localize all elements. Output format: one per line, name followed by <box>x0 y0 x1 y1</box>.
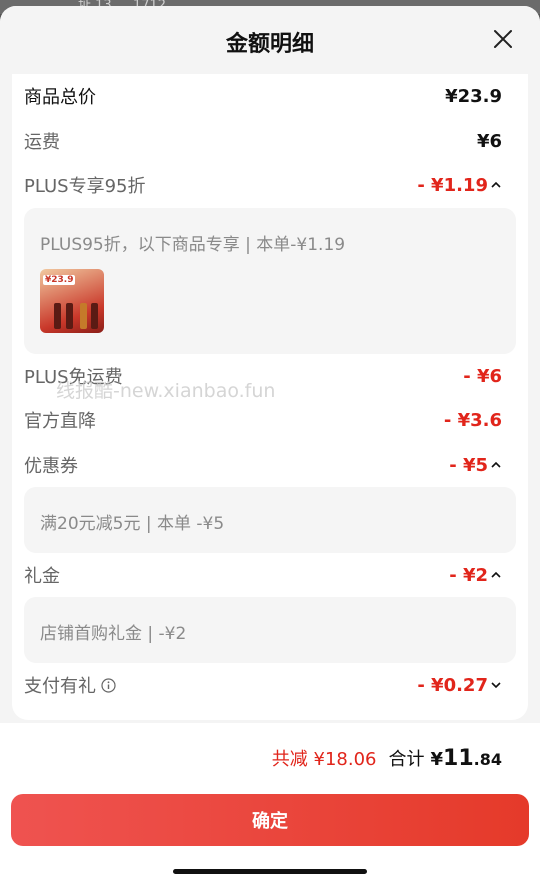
total-integer: 11 <box>443 746 474 771</box>
official-drop-label: 官方直降 <box>24 411 96 432</box>
plus95-row[interactable]: PLUS专享95折 - ¥1.19 <box>24 171 502 199</box>
close-icon[interactable] <box>492 28 514 50</box>
confirm-button[interactable]: 确定 <box>11 794 529 846</box>
total-decimal: .84 <box>473 750 502 769</box>
total-saved: 共减 ¥18.06 <box>271 749 377 770</box>
home-indicator <box>173 869 367 874</box>
gift-money-label: 礼金 <box>24 566 60 587</box>
plus-free-shipping-value: - ¥6 <box>463 365 502 387</box>
gift-money-detail-box: 店铺首购礼金 | -¥2 <box>24 597 516 663</box>
info-icon[interactable] <box>101 678 116 693</box>
plus95-value: - ¥1.19 <box>417 174 488 196</box>
goods-total-value: ¥23.9 <box>445 85 502 107</box>
chevron-up-icon[interactable] <box>490 460 502 470</box>
coupon-row[interactable]: 优惠券 - ¥5 <box>24 451 502 479</box>
shipping-label: 运费 <box>24 132 60 153</box>
plus95-label: PLUS专享95折 <box>24 176 146 197</box>
sheet-title: 金额明细 <box>225 32 314 57</box>
plus-free-shipping-row: PLUS免运费 - ¥6 <box>24 362 502 390</box>
plus95-value-wrap: - ¥1.19 <box>417 175 502 196</box>
gift-money-row[interactable]: 礼金 - ¥2 <box>24 561 502 589</box>
goods-total-row: 商品总价 ¥23.9 <box>24 82 502 110</box>
pay-gift-label-wrap: 支付有礼 <box>24 672 116 698</box>
coupon-label: 优惠券 <box>24 456 78 477</box>
chevron-up-icon[interactable] <box>490 570 502 580</box>
sheet-header: 金额明细 <box>0 6 540 74</box>
chevron-up-icon[interactable] <box>490 180 502 190</box>
gift-money-detail-text: 店铺首购礼金 | -¥2 <box>40 624 187 644</box>
footer-bar: 共减 ¥18.06 合计 ¥ 11 .84 确定 <box>0 723 540 887</box>
gift-money-value: - ¥2 <box>449 564 488 586</box>
amount-detail-sheet: 金额明细 商品总价 ¥23.9 运费 ¥6 PLUS专享95折 - ¥1.19 … <box>0 6 540 887</box>
plus95-detail-box: PLUS95折，以下商品专享 | 本单-¥1.19 ¥23.9 <box>24 208 516 354</box>
goods-total-label: 商品总价 <box>24 87 96 108</box>
coupon-detail-text: 满20元减5元 | 本单 -¥5 <box>40 514 225 534</box>
plus95-detail-text: PLUS95折，以下商品专享 | 本单-¥1.19 <box>40 235 346 255</box>
pay-gift-value-wrap: - ¥0.27 <box>417 675 502 696</box>
official-drop-value: - ¥3.6 <box>443 409 502 431</box>
total-currency: ¥ <box>430 749 444 770</box>
price-summary: 共减 ¥18.06 合计 ¥ 11 .84 <box>272 745 502 771</box>
bottle-shape <box>80 303 87 329</box>
gift-money-value-wrap: - ¥2 <box>449 565 502 586</box>
coupon-value-wrap: - ¥5 <box>449 455 502 476</box>
product-price-tag: ¥23.9 <box>43 275 76 285</box>
chevron-down-icon[interactable] <box>490 680 502 690</box>
pay-gift-label: 支付有礼 <box>24 676 96 697</box>
product-thumbnail[interactable]: ¥23.9 <box>40 269 104 333</box>
coupon-value: - ¥5 <box>449 454 488 476</box>
bottle-shape <box>91 303 98 329</box>
pay-gift-row[interactable]: 支付有礼 - ¥0.27 <box>24 671 502 699</box>
detail-card: 商品总价 ¥23.9 运费 ¥6 PLUS专享95折 - ¥1.19 PLUS9… <box>12 74 528 720</box>
pay-gift-value: - ¥0.27 <box>417 674 488 696</box>
coupon-detail-box: 满20元减5元 | 本单 -¥5 <box>24 487 516 553</box>
shipping-row: 运费 ¥6 <box>24 127 502 155</box>
official-drop-row: 官方直降 - ¥3.6 <box>24 406 502 434</box>
bottle-shape <box>54 303 61 329</box>
plus-free-shipping-label: PLUS免运费 <box>24 367 123 388</box>
total-label: 合计 <box>388 749 425 770</box>
shipping-value: ¥6 <box>476 130 502 152</box>
bottle-shape <box>66 303 73 329</box>
